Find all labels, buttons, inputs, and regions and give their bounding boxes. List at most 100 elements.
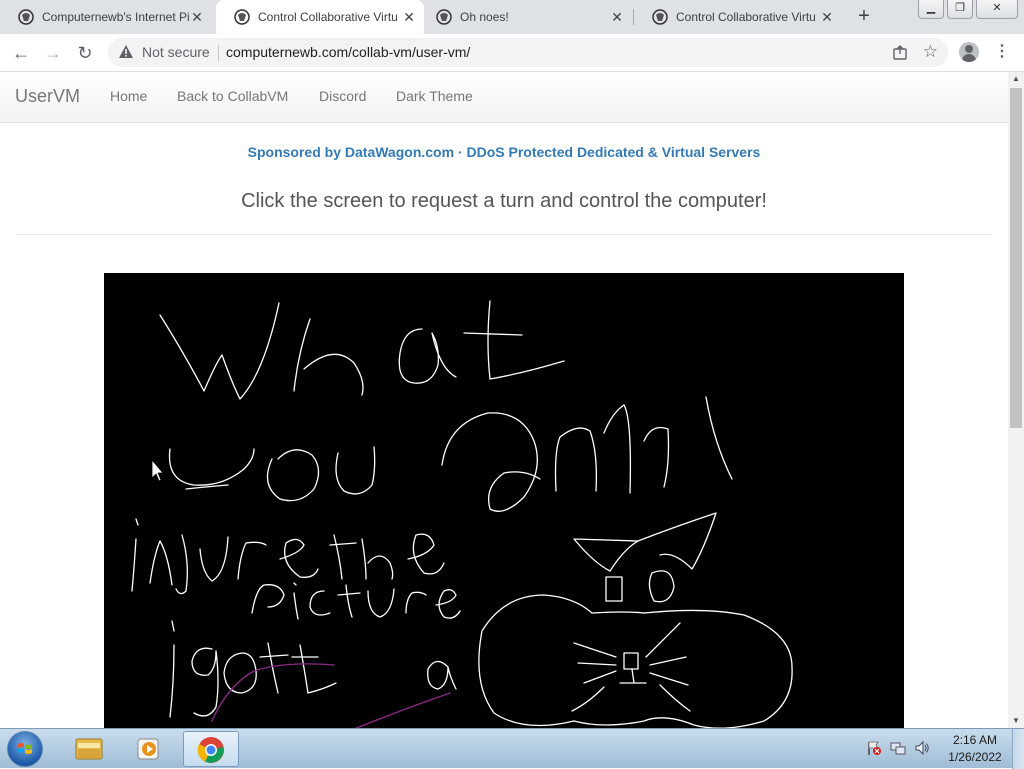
scribble-stroke [168,448,255,490]
new-tab-icon[interactable]: + [853,5,875,27]
scribble-stroke [309,590,331,616]
restore-icon[interactable]: ❐ [947,0,973,19]
divider [16,234,992,235]
scribble-stroke [175,534,188,595]
scribble-stroke [266,449,320,502]
scribble-stroke [279,538,319,578]
scribble-stroke [441,412,541,512]
taskbar-clock[interactable]: 2:16 AM 1/26/2022 [940,732,1010,766]
taskbar-explorer-button[interactable] [62,731,118,767]
collabvm-favicon-icon [436,9,452,25]
scribble-stroke [149,540,173,586]
scribble-stroke [648,570,675,603]
collabvm-favicon-icon [234,9,250,25]
browser-toolbar: ← → ↻ Not secure computernewb.com/collab… [0,34,1024,72]
scribble-stroke [361,538,394,580]
scribble-stroke [573,538,639,572]
close-tab-icon[interactable]: ✕ [820,9,834,26]
scribble-stroke [291,644,337,694]
nav-link-back-to-collabvm[interactable]: Back to CollabVM [177,88,288,104]
close-tab-icon[interactable]: ✕ [402,9,416,26]
taskbar-chrome-button[interactable] [183,731,239,767]
bookmark-star-icon[interactable]: ☆ [923,42,938,62]
sponsor-link[interactable]: Sponsored by DataWagon.com · DDoS Protec… [0,144,1008,160]
system-tray [866,740,938,756]
clock-time: 2:16 AM [952,733,998,747]
profile-avatar-icon[interactable] [959,42,979,62]
tab-title: Control Collaborative Virtu [258,10,398,24]
scribble-stroke [251,584,285,614]
forward-arrow-icon[interactable]: → [40,40,66,66]
close-window-icon[interactable]: ✕ [976,0,1018,19]
nav-link-discord[interactable]: Discord [319,88,366,104]
address-bar[interactable]: Not secure computernewb.com/collab-vm/us… [108,38,948,67]
tab-strip: Computernewb's Internet Pi ✕ Control Col… [0,0,1024,34]
scribble-stroke [405,591,427,614]
collabvm-favicon-icon [18,9,34,25]
tab-title: Computernewb's Internet Pi [42,10,190,24]
start-button[interactable] [7,731,43,767]
volume-icon[interactable] [914,740,930,756]
scribble-stroke [407,533,445,575]
windows-taskbar: 2:16 AM 1/26/2022 [0,728,1024,769]
scribble-stroke [293,582,299,620]
tab-2[interactable]: Control Collaborative Virtu ✕ [216,0,424,34]
scroll-down-arrow-icon[interactable]: ▼ [1008,714,1024,728]
scribble-stroke [335,446,376,495]
close-tab-icon[interactable]: ✕ [190,9,204,26]
page-viewport: UserVM Home Back to CollabVM Discord Dar… [0,72,1008,728]
scribble-stroke [191,647,219,717]
scribble-stroke [354,692,451,728]
vm-display[interactable] [104,273,904,728]
minimize-icon[interactable]: ▁ [918,0,944,19]
scribble-stroke [478,594,793,728]
vm-drawing-canvas[interactable] [104,273,904,728]
scribble-stroke [329,534,357,580]
scribble-stroke [237,541,267,580]
scribble-stroke [605,576,623,602]
scribble-stroke [398,328,457,384]
site-brand[interactable]: UserVM [15,86,80,107]
media-player-icon [137,738,159,760]
share-icon[interactable] [892,44,908,60]
show-desktop-button[interactable] [1012,729,1024,769]
action-center-flag-icon[interactable] [866,740,882,756]
folder-icon [75,738,103,760]
mouse-cursor-icon [151,459,164,482]
tab-title: Control Collaborative Virtu [676,10,816,24]
nav-link-home[interactable]: Home [110,88,147,104]
tab-4[interactable]: Control Collaborative Virtu ✕ [634,0,842,34]
back-arrow-icon[interactable]: ← [8,40,34,66]
windows-flag-icon [18,743,32,754]
security-label[interactable]: Not secure [142,44,210,60]
scribble-stroke [367,588,395,618]
scribble-stroke [159,302,280,400]
page-scrollbar[interactable]: ▲ ▼ [1008,72,1024,728]
taskbar-media-player-button[interactable] [122,731,178,767]
scribble-stroke [169,620,175,718]
scroll-up-arrow-icon[interactable]: ▲ [1008,72,1024,86]
tab-1[interactable]: Computernewb's Internet Pi ✕ [0,0,212,34]
scribble-stroke [619,668,647,684]
menu-kebab-icon[interactable]: ⋮ [994,42,1010,62]
scribble-stroke [573,642,617,684]
reload-icon[interactable]: ↻ [72,40,98,66]
warning-icon[interactable] [118,44,134,60]
window-controls: ▁ ❐ ✕ [915,0,1018,19]
scribble-stroke [337,584,361,618]
network-icon[interactable] [890,740,906,756]
nav-link-dark-theme[interactable]: Dark Theme [396,88,473,104]
scribble-stroke [571,684,691,712]
url-text[interactable]: computernewb.com/collab-vm/user-vm/ [226,44,470,60]
tab-3[interactable]: Oh noes! ✕ [418,0,632,34]
scribble-stroke [293,318,364,396]
scribble-stroke [645,622,689,686]
close-tab-icon[interactable]: ✕ [610,9,624,26]
scribble-stroke [637,512,717,570]
scribble-stroke [199,536,229,582]
scribble-stroke [131,518,139,592]
scribble-stroke [554,404,632,494]
scroll-thumb[interactable] [1010,88,1022,428]
omnibox-divider [218,45,219,61]
tab-title: Oh noes! [460,10,509,24]
